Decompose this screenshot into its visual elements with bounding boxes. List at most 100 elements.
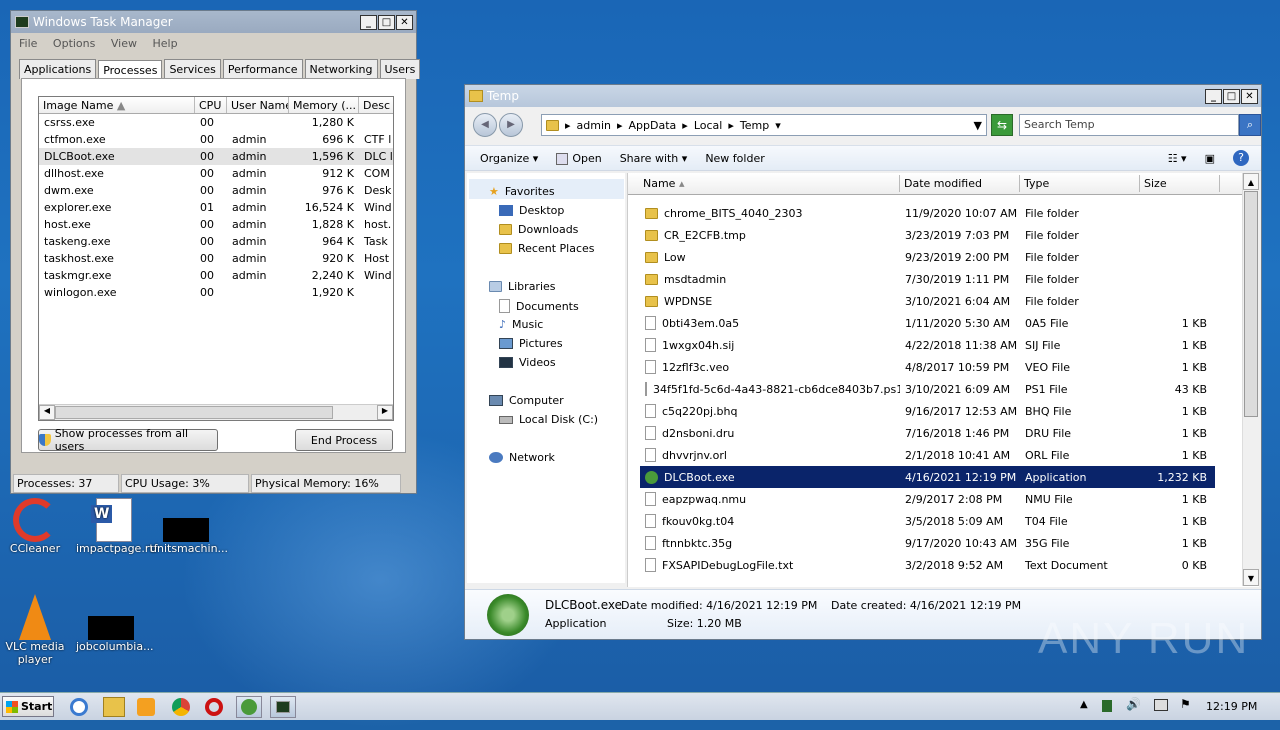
file-row[interactable]: WPDNSE 3/10/2021 6:04 AM File folder bbox=[640, 290, 1215, 312]
nav-videos[interactable]: Videos bbox=[499, 356, 556, 369]
breadcrumb-temp[interactable]: Temp bbox=[740, 119, 769, 132]
file-row[interactable]: msdtadmin 7/30/2019 1:11 PM File folder bbox=[640, 268, 1215, 290]
column-type[interactable]: Type bbox=[1020, 175, 1140, 192]
address-bar[interactable]: ▸ admin ▸ AppData ▸ Local ▸ Temp ▾ ▼ bbox=[541, 114, 987, 136]
breadcrumb-admin[interactable]: admin bbox=[577, 119, 611, 132]
forward-button[interactable]: ▶ bbox=[499, 113, 523, 137]
nav-libraries[interactable]: Libraries bbox=[489, 280, 556, 293]
clock[interactable]: 12:19 PM bbox=[1206, 700, 1257, 713]
tab-networking[interactable]: Networking bbox=[304, 59, 378, 79]
start-button[interactable]: Start bbox=[2, 696, 54, 717]
scroll-right-arrow[interactable]: ▶ bbox=[377, 405, 393, 420]
view-options-icon[interactable]: ☷ ▾ bbox=[1168, 152, 1187, 165]
scroll-down-arrow[interactable]: ▼ bbox=[1243, 569, 1259, 586]
action-center-icon[interactable]: ⚑ bbox=[1180, 697, 1191, 711]
desktop-icon-ccleaner[interactable]: CCleaner bbox=[0, 498, 70, 555]
file-row[interactable]: Low 9/23/2019 2:00 PM File folder bbox=[640, 246, 1215, 268]
column-date-modified[interactable]: Date modified bbox=[900, 175, 1020, 192]
file-row[interactable]: fkouv0kg.t04 3/5/2018 5:09 AM T04 File 1 KB bbox=[640, 510, 1215, 532]
column-description[interactable]: Desc bbox=[359, 97, 393, 113]
file-row[interactable]: c5q220pj.bhq 9/16/2017 12:53 AM BHQ File 1 … bbox=[640, 400, 1215, 422]
opera-icon[interactable] bbox=[205, 698, 223, 716]
breadcrumb-appdata[interactable]: AppData bbox=[629, 119, 677, 132]
process-row[interactable]: taskeng.exe 00 admin 964 K Task bbox=[39, 233, 393, 250]
task-manager-titlebar[interactable]: Windows Task Manager _ □ ✕ bbox=[11, 11, 416, 33]
tab-processes[interactable]: Processes bbox=[98, 60, 163, 80]
tab-services[interactable]: Services bbox=[164, 59, 221, 79]
nav-music[interactable]: ♪ Music bbox=[499, 318, 543, 331]
preview-pane-icon[interactable]: ▣ bbox=[1205, 152, 1215, 165]
desktop-icon-impactpage[interactable]: W impactpage.rtf bbox=[76, 498, 158, 555]
process-row[interactable]: dwm.exe 00 admin 976 K Desk bbox=[39, 182, 393, 199]
nav-computer[interactable]: Computer bbox=[489, 394, 564, 407]
network-tray-icon[interactable] bbox=[1154, 699, 1168, 711]
process-row[interactable]: taskmgr.exe 00 admin 2,240 K Wind bbox=[39, 267, 393, 284]
file-row[interactable]: CR_E2CFB.tmp 3/23/2019 7:03 PM File folder bbox=[640, 224, 1215, 246]
file-row[interactable]: 1wxgx04h.sij 4/22/2018 11:38 AM SIJ File 1 … bbox=[640, 334, 1215, 356]
tab-applications[interactable]: Applications bbox=[19, 59, 97, 79]
process-row[interactable]: winlogon.exe 00 1,920 K bbox=[39, 284, 393, 301]
minimize-button[interactable]: _ bbox=[360, 14, 377, 30]
chrome-icon[interactable] bbox=[172, 698, 190, 716]
process-row[interactable]: dllhost.exe 00 admin 912 K COM bbox=[39, 165, 393, 182]
file-row[interactable]: FXSAPIDebugLogFile.txt 3/2/2018 9:52 AM Te… bbox=[640, 554, 1215, 576]
media-player-icon[interactable] bbox=[137, 698, 155, 716]
vertical-scrollbar[interactable]: ▲ ▼ bbox=[1242, 173, 1259, 586]
new-folder-button[interactable]: New folder bbox=[705, 152, 764, 165]
ie-icon[interactable] bbox=[70, 698, 88, 716]
column-memory[interactable]: Memory (... bbox=[289, 97, 359, 113]
column-size[interactable]: Size bbox=[1140, 175, 1220, 192]
file-row[interactable]: DLCBoot.exe 4/16/2021 12:19 PM Application… bbox=[640, 466, 1215, 488]
file-row[interactable]: ftnnbktc.35g 9/17/2020 10:43 AM 35G File 1 … bbox=[640, 532, 1215, 554]
file-row[interactable]: dhvvrjnv.orl 2/1/2018 10:41 AM ORL File 1 K… bbox=[640, 444, 1215, 466]
process-row[interactable]: host.exe 00 admin 1,828 K host. bbox=[39, 216, 393, 233]
tab-performance[interactable]: Performance bbox=[222, 59, 303, 79]
nav-documents[interactable]: Documents bbox=[499, 299, 579, 313]
column-user-name[interactable]: User Name bbox=[227, 97, 289, 113]
help-icon[interactable]: ? bbox=[1233, 150, 1249, 166]
address-dropdown-icon[interactable]: ▼ bbox=[974, 119, 982, 132]
nav-network[interactable]: Network bbox=[489, 451, 555, 464]
minimize-button[interactable]: _ bbox=[1205, 88, 1222, 104]
back-button[interactable]: ◀ bbox=[473, 113, 497, 137]
explorer-taskbar-icon[interactable] bbox=[103, 697, 125, 717]
end-process-button[interactable]: End Process bbox=[295, 429, 393, 451]
scroll-thumb[interactable] bbox=[1244, 191, 1258, 417]
menu-help[interactable]: Help bbox=[152, 37, 177, 50]
search-icon[interactable]: ⌕ bbox=[1239, 114, 1261, 136]
tray-app-icon[interactable] bbox=[1102, 700, 1112, 712]
process-row[interactable]: ctfmon.exe 00 admin 696 K CTF l bbox=[39, 131, 393, 148]
tray-show-hidden-icon[interactable]: ▲ bbox=[1080, 699, 1088, 710]
nav-downloads[interactable]: Downloads bbox=[499, 223, 578, 236]
organize-button[interactable]: Organize ▾ bbox=[480, 152, 538, 165]
dlcboot-taskbar-icon[interactable] bbox=[236, 696, 262, 718]
process-row[interactable]: DLCBoot.exe 00 admin 1,596 K DLC l bbox=[39, 148, 393, 165]
breadcrumb-local[interactable]: Local bbox=[694, 119, 723, 132]
maximize-button[interactable]: □ bbox=[1223, 88, 1240, 104]
scroll-thumb[interactable] bbox=[55, 406, 333, 419]
refresh-button[interactable]: ⇆ bbox=[991, 114, 1013, 136]
horizontal-scrollbar[interactable]: ◀ ▶ bbox=[39, 404, 393, 420]
nav-pictures[interactable]: Pictures bbox=[499, 337, 563, 350]
column-name[interactable]: Name ▴ bbox=[628, 175, 900, 192]
nav-desktop[interactable]: Desktop bbox=[499, 204, 564, 217]
close-button[interactable]: ✕ bbox=[396, 14, 413, 30]
desktop-icon-vlc[interactable]: VLC media player bbox=[0, 594, 70, 666]
menu-options[interactable]: Options bbox=[53, 37, 95, 50]
close-button[interactable]: ✕ bbox=[1241, 88, 1258, 104]
column-cpu[interactable]: CPU bbox=[195, 97, 227, 113]
file-row[interactable]: eapzpwaq.nmu 2/9/2017 2:08 PM NMU File 1 KB bbox=[640, 488, 1215, 510]
nav-local-disk[interactable]: Local Disk (C:) bbox=[499, 413, 598, 426]
desktop-icon-jobcolumbia[interactable]: jobcolumbia... bbox=[76, 594, 154, 653]
nav-favorites[interactable]: ★ Favorites bbox=[489, 185, 555, 198]
maximize-button[interactable]: □ bbox=[378, 14, 395, 30]
column-image-name[interactable]: Image Name ▲ bbox=[39, 97, 195, 113]
menu-file[interactable]: File bbox=[19, 37, 37, 50]
volume-icon[interactable]: 🔊 bbox=[1126, 697, 1141, 711]
desktop-icon-unitsmachin[interactable]: unitsmachin... bbox=[150, 498, 228, 555]
process-row[interactable]: taskhost.exe 00 admin 920 K Host bbox=[39, 250, 393, 267]
tab-users[interactable]: Users bbox=[379, 59, 421, 79]
search-input[interactable]: Search Temp bbox=[1019, 114, 1239, 136]
file-row[interactable]: 0bti43em.0a5 1/11/2020 5:30 AM 0A5 File 1 K… bbox=[640, 312, 1215, 334]
file-row[interactable]: 12zflf3c.veo 4/8/2017 10:59 PM VEO File 1 K… bbox=[640, 356, 1215, 378]
